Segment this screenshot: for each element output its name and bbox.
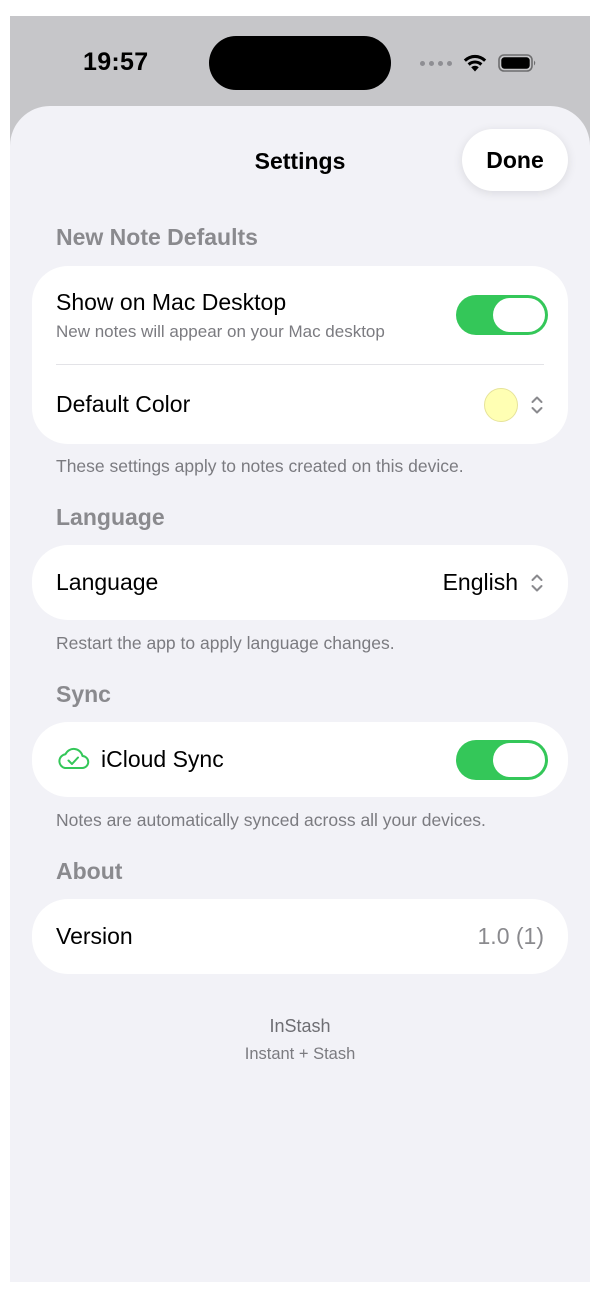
wifi-icon bbox=[463, 54, 487, 72]
language-row[interactable]: Language English bbox=[32, 545, 568, 620]
toggle-knob bbox=[493, 743, 545, 777]
section-header-sync: Sync bbox=[56, 681, 111, 707]
status-icons bbox=[420, 53, 538, 73]
app-name: InStash bbox=[269, 1016, 331, 1036]
language-label: Language bbox=[56, 569, 159, 595]
device-screen: 19:57 Settings Done New Note Defaults Sh… bbox=[10, 16, 590, 1282]
language-footer: Restart the app to apply language change… bbox=[56, 633, 395, 653]
section-header-language: Language bbox=[56, 504, 165, 530]
new-note-defaults-footer: These settings apply to notes created on… bbox=[56, 456, 464, 476]
version-value: 1.0 (1) bbox=[477, 923, 544, 949]
signal-dots-icon bbox=[420, 60, 452, 66]
dynamic-island bbox=[209, 36, 391, 90]
show-on-mac-subtitle: New notes will appear on your Mac deskto… bbox=[56, 322, 385, 341]
version-trailing: 1.0 (1) bbox=[478, 923, 544, 950]
language-picker[interactable]: English bbox=[443, 569, 544, 596]
default-color-row[interactable]: Default Color bbox=[32, 365, 568, 444]
show-on-mac-toggle[interactable] bbox=[456, 295, 548, 335]
cloud-check-icon bbox=[58, 747, 90, 769]
app-tagline: Instant + Stash bbox=[244, 1045, 356, 1063]
done-button[interactable]: Done bbox=[462, 129, 568, 191]
chevron-up-down-icon bbox=[531, 396, 543, 413]
language-card: Language English bbox=[32, 545, 568, 620]
show-on-mac-row[interactable]: Show on Mac Desktop New notes will appea… bbox=[32, 266, 568, 364]
toggle-knob bbox=[493, 298, 545, 332]
section-header-new-note-defaults: New Note Defaults bbox=[56, 224, 258, 250]
icloud-sync-toggle[interactable] bbox=[456, 740, 548, 780]
color-swatch bbox=[484, 387, 518, 422]
icloud-sync-label: iCloud Sync bbox=[101, 746, 224, 772]
battery-icon bbox=[498, 54, 536, 72]
language-value: English bbox=[442, 569, 518, 595]
settings-sheet: Settings Done New Note Defaults Show on … bbox=[10, 106, 590, 1282]
chevron-up-down-icon bbox=[531, 574, 543, 591]
version-label: Version bbox=[56, 923, 133, 949]
show-on-mac-label: Show on Mac Desktop bbox=[56, 289, 287, 315]
new-note-defaults-card: Show on Mac Desktop New notes will appea… bbox=[32, 266, 568, 444]
section-header-about: About bbox=[56, 858, 123, 884]
status-time: 19:57 bbox=[83, 48, 149, 76]
icloud-sync-row[interactable]: iCloud Sync bbox=[32, 722, 568, 797]
default-color-label: Default Color bbox=[56, 391, 191, 417]
default-color-picker[interactable] bbox=[484, 387, 544, 422]
sync-card: iCloud Sync bbox=[32, 722, 568, 797]
about-card: Version 1.0 (1) bbox=[32, 899, 568, 974]
version-row: Version 1.0 (1) bbox=[32, 899, 568, 974]
sync-footer: Notes are automatically synced across al… bbox=[56, 810, 486, 830]
